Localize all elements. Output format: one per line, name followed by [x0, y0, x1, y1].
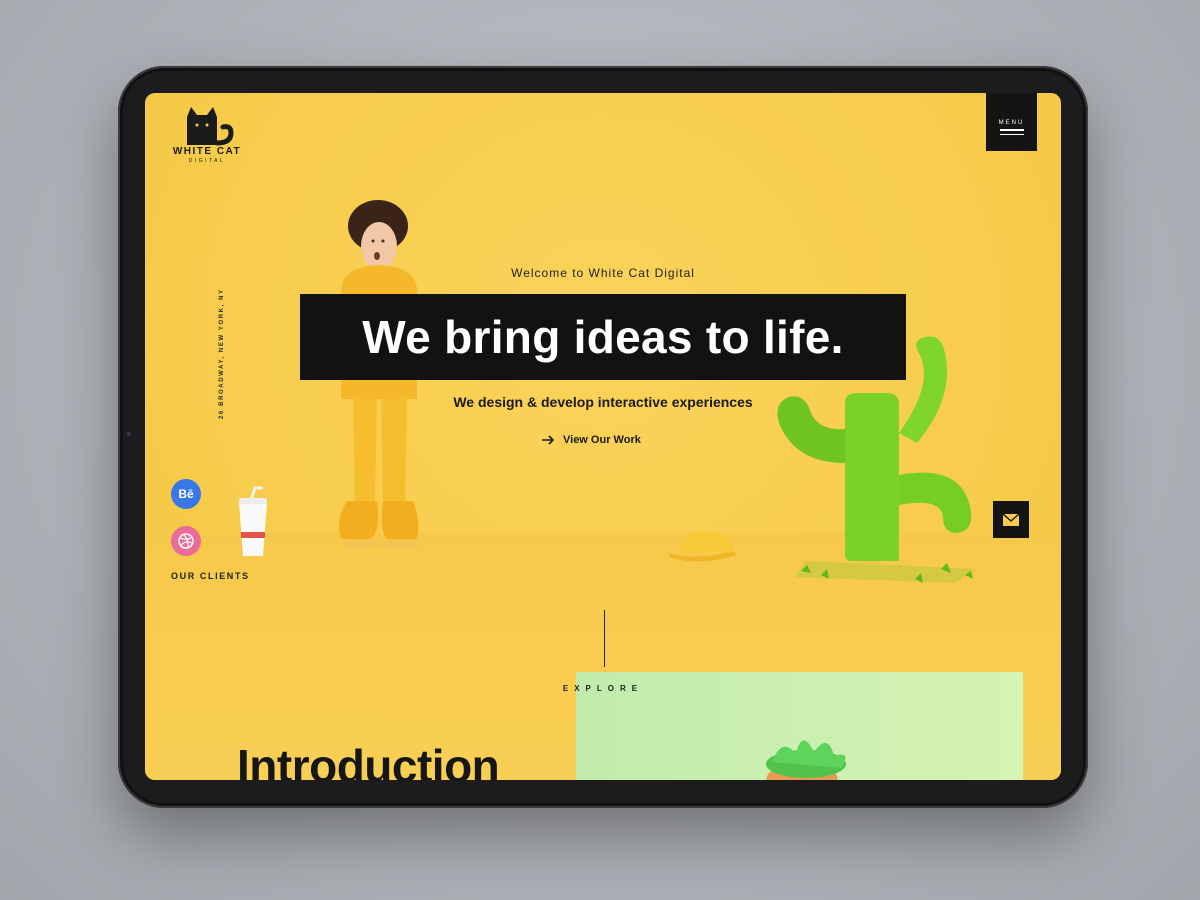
welcome-text: Welcome to White Cat Digital	[511, 266, 695, 280]
camera-dot	[127, 432, 131, 436]
menu-icon	[999, 129, 1024, 135]
view-our-work-link[interactable]: View Our Work	[541, 428, 651, 452]
hero-subline: We design & develop interactive experien…	[453, 394, 753, 410]
explore-divider	[604, 610, 605, 667]
introduction-heading: Introduction	[237, 740, 500, 780]
mail-icon	[1002, 512, 1020, 526]
menu-button[interactable]: MENU	[986, 93, 1037, 151]
view-our-work-label: View Our Work	[563, 434, 641, 446]
arrow-right-icon	[542, 435, 555, 445]
succulent-illustration	[766, 740, 846, 780]
behance-icon[interactable]: Bē	[171, 479, 201, 509]
dribbble-glyph	[178, 533, 194, 549]
website-screen: WHITE CAT DIGITAL MENU 26 BROADWAY, NEW …	[145, 93, 1061, 780]
our-clients-link[interactable]: OUR CLIENTS	[171, 571, 250, 581]
brand-sub: DIGITAL	[188, 158, 226, 164]
explore-label[interactable]: EXPLORE	[145, 684, 1061, 693]
brand-logo[interactable]: WHITE CAT DIGITAL	[171, 105, 243, 169]
mail-button[interactable]	[993, 501, 1029, 538]
cup-illustration	[239, 486, 267, 556]
menu-label: MENU	[998, 120, 1025, 126]
hero-headline: We bring ideas to life.	[300, 294, 906, 380]
brand-name: WHITE CAT	[172, 146, 242, 157]
tablet-frame: WHITE CAT DIGITAL MENU 26 BROADWAY, NEW …	[118, 66, 1088, 808]
character-illustration	[332, 200, 426, 549]
cap-illustration	[669, 531, 737, 562]
cat-logo-icon	[187, 107, 234, 146]
dribbble-icon[interactable]	[171, 526, 201, 556]
